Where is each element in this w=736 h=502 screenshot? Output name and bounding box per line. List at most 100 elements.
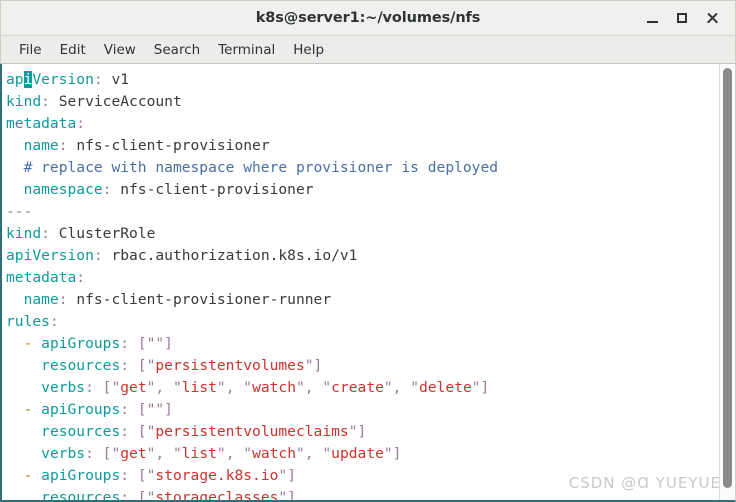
terminal-line: namespace: nfs-client-provisioner [6, 179, 719, 201]
terminal-line: apiVersion: rbac.authorization.k8s.io/v1 [6, 245, 719, 267]
token-key: verbs [41, 445, 86, 462]
scrollbar[interactable] [719, 64, 734, 500]
terminal-text-area[interactable]: apiVersion: v1 kind: ServiceAccount metada… [2, 64, 719, 500]
terminal-line: --- [6, 201, 719, 223]
terminal-line: metadata: [6, 113, 719, 135]
maximize-icon [677, 13, 687, 23]
token-val: ClusterRole [49, 225, 156, 242]
window-controls [637, 4, 735, 32]
terminal-line: resources: ["persistentvolumes"] [6, 355, 719, 377]
maximize-button[interactable] [667, 4, 697, 32]
token-punct: "] [278, 467, 296, 484]
token-punct: ", " [216, 445, 253, 462]
token-key: namespace [23, 181, 103, 198]
token-punct: : [49, 313, 59, 330]
menu-item-help[interactable]: Help [284, 40, 333, 60]
token-key: resources [41, 357, 121, 374]
token-str: persistentvolumes [155, 357, 305, 374]
terminal-line: resources: ["persistentvolumeclaims"] [6, 421, 719, 443]
terminal-line: - apiGroups: [""] [6, 333, 719, 355]
token-punct: : [" [120, 357, 156, 374]
token-key: apiGroups [41, 467, 121, 484]
token-key: name [23, 137, 59, 154]
menu-item-view[interactable]: View [95, 40, 145, 60]
token-key: rules [6, 313, 50, 330]
token-comment: # replace with namespace where provision… [23, 159, 499, 176]
terminal-line: rules: [6, 311, 719, 333]
token-key: kind [6, 225, 42, 242]
terminal-line: metadata: [6, 267, 719, 289]
token-punct: : [76, 269, 86, 286]
token-punct: ", " [216, 379, 253, 396]
terminal-line: resources: ["storageclasses"] [6, 487, 719, 500]
token-punct: : [" [85, 379, 121, 396]
close-button[interactable] [697, 4, 727, 32]
menu-bar: File Edit View Search Terminal Help [0, 36, 736, 64]
token-punct: "] [383, 445, 402, 462]
terminal-line: verbs: ["get", "list", "watch", "create"… [6, 377, 719, 399]
token-str: list [181, 379, 217, 396]
title-bar: k8s@server1:~/volumes/nfs [0, 0, 736, 36]
window-title: k8s@server1:~/volumes/nfs [255, 10, 481, 26]
token-val: nfs-client-provisioner [111, 181, 314, 198]
token-punct: : [58, 137, 68, 154]
token-punct: ", " [383, 379, 420, 396]
token-val: nfs-client-provisioner-runner [67, 291, 332, 308]
menu-item-search[interactable]: Search [145, 40, 209, 60]
token-str: update [331, 445, 384, 462]
token-key: verbs [41, 379, 86, 396]
token-key: kind [6, 93, 42, 110]
token-punct: : [" [85, 445, 121, 462]
terminal-line: kind: ClusterRole [6, 223, 719, 245]
token-punct: : [93, 247, 103, 264]
token-punct: : [" [120, 489, 156, 500]
token-key: Version [32, 71, 94, 88]
terminal-line: apiVersion: v1 [6, 69, 719, 91]
token-punct: : [""] [120, 335, 173, 352]
token-str: delete [419, 379, 472, 396]
terminal-line: kind: ServiceAccount [6, 91, 719, 113]
token-key: resources [41, 423, 121, 440]
terminal-line: name: nfs-client-provisioner [6, 135, 719, 157]
token-punct: : [58, 291, 68, 308]
token-punct: ", " [146, 445, 182, 462]
token-str: storage.k8s.io [155, 467, 279, 484]
token-punct: : [41, 93, 50, 110]
terminal-window: k8s@server1:~/volumes/nfs File Edit View… [0, 0, 736, 502]
token-key: resources [41, 489, 121, 500]
token-str: persistentvolumeclaims [155, 423, 349, 440]
menu-item-edit[interactable]: Edit [51, 40, 95, 60]
token-punct: "] [304, 357, 323, 374]
token-punct: : [""] [120, 401, 173, 418]
token-punct: : [76, 115, 86, 132]
token-str: list [181, 445, 217, 462]
scrollbar-thumb[interactable] [723, 68, 732, 488]
token-str: create [331, 379, 384, 396]
minimize-button[interactable] [637, 4, 667, 32]
token-key: name [23, 291, 59, 308]
terminal-body[interactable]: apiVersion: v1 kind: ServiceAccount metada… [0, 64, 736, 502]
token-doc: --- [6, 203, 33, 220]
token-str: storageclasses [155, 489, 279, 500]
token-punct: : [41, 225, 50, 242]
token-val: ServiceAccount [49, 93, 182, 110]
minimize-icon [646, 21, 658, 23]
menu-item-file[interactable]: File [10, 40, 51, 60]
token-punct: : [" [120, 423, 156, 440]
token-punct: : [93, 71, 103, 88]
token-punct: "] [471, 379, 490, 396]
menu-item-terminal[interactable]: Terminal [209, 40, 284, 60]
